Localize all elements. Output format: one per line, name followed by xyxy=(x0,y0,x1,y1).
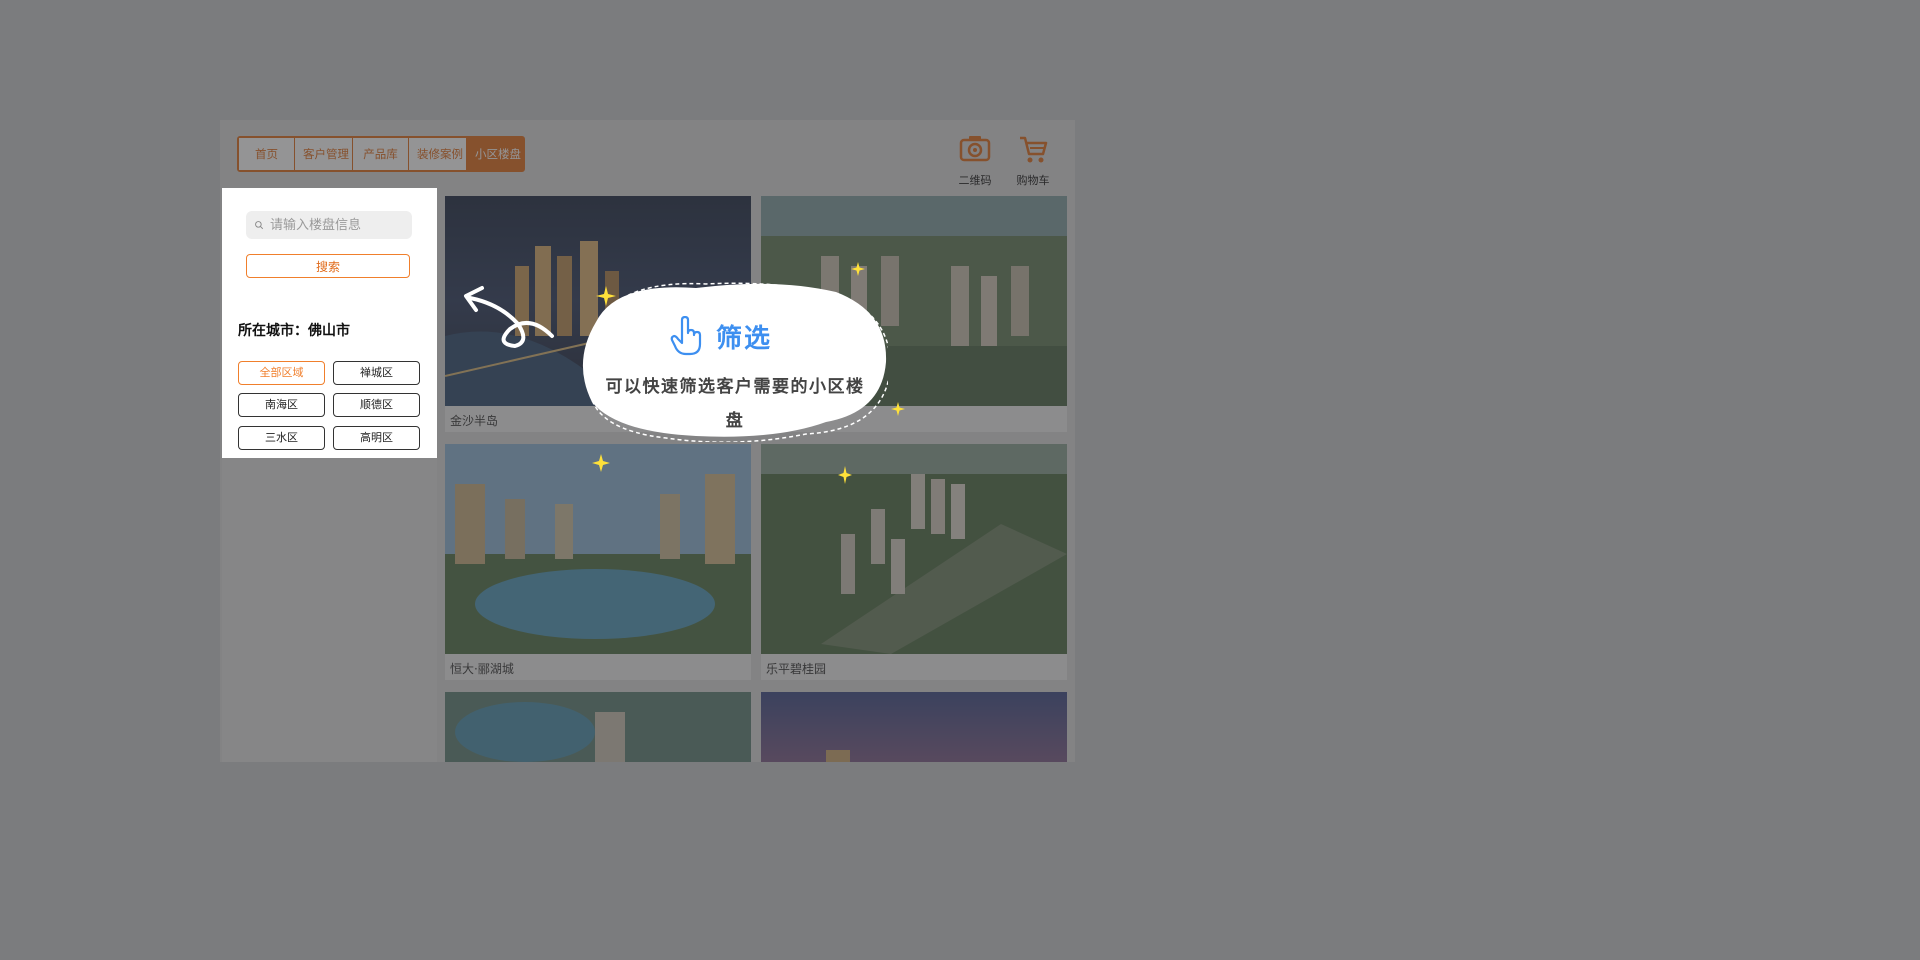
listing-card[interactable] xyxy=(445,692,751,762)
district-gaoming[interactable]: 高明区 xyxy=(333,426,420,450)
search-box xyxy=(246,211,412,239)
listing-photo xyxy=(445,444,751,654)
search-input[interactable] xyxy=(268,216,412,234)
nav-home[interactable]: 首页 xyxy=(239,138,295,170)
sparkle-icon xyxy=(851,262,865,276)
top-nav: 首页 客户管理 产品库 装修案例 小区楼盘 xyxy=(237,136,525,172)
listing-name: 恒大·郦湖城 xyxy=(450,662,514,676)
sidebar-empty-area xyxy=(222,458,437,762)
sparkle-icon xyxy=(596,286,616,306)
city-label: 所在城市：佛山市 xyxy=(238,323,350,339)
listing-photo xyxy=(761,444,1067,654)
qrcode-button[interactable]: 二维码 xyxy=(950,132,1000,188)
listing-photo xyxy=(761,692,1067,762)
sparkle-icon xyxy=(891,402,905,416)
nav-product-library[interactable]: 产品库 xyxy=(353,138,409,170)
nav-decoration-cases[interactable]: 装修案例 xyxy=(409,138,467,170)
nav-communities[interactable]: 小区楼盘 xyxy=(467,138,523,170)
qrcode-label: 二维码 xyxy=(958,174,992,187)
district-sanshui[interactable]: 三水区 xyxy=(238,426,325,450)
listing-name: 乐平碧桂园 xyxy=(766,662,827,676)
district-nanhai[interactable]: 南海区 xyxy=(238,393,325,417)
filter-sidebar: 搜索 所在城市：佛山市 全部区域 禅城区 南海区 顺德区 三水区 高明区 xyxy=(222,188,437,458)
sparkle-icon xyxy=(838,466,852,484)
tip-title: 筛选 xyxy=(716,324,773,354)
camera-icon xyxy=(959,136,991,162)
district-chancheng[interactable]: 禅城区 xyxy=(333,361,420,385)
listing-name: 金沙半岛 xyxy=(450,414,499,428)
cart-button[interactable]: 购物车 xyxy=(1008,132,1058,188)
listing-card[interactable]: 乐平碧桂园 xyxy=(761,444,1067,680)
search-button[interactable]: 搜索 xyxy=(246,254,410,278)
district-all[interactable]: 全部区域 xyxy=(238,361,325,385)
search-icon xyxy=(255,221,264,230)
arrow-doodle-icon xyxy=(464,286,554,349)
cart-icon xyxy=(1020,136,1048,163)
listing-card[interactable]: 恒大·郦湖城 xyxy=(445,444,751,680)
nav-customer-management[interactable]: 客户管理 xyxy=(295,138,353,170)
cart-label: 购物车 xyxy=(1016,174,1050,187)
listing-photo xyxy=(445,692,751,762)
district-shunde[interactable]: 顺德区 xyxy=(333,393,420,417)
pointer-hand-icon xyxy=(670,316,702,356)
sparkle-icon xyxy=(592,454,610,472)
listing-card[interactable] xyxy=(761,692,1067,762)
tip-text: 可以快速筛选客户需要的小区楼盘 xyxy=(605,377,865,431)
